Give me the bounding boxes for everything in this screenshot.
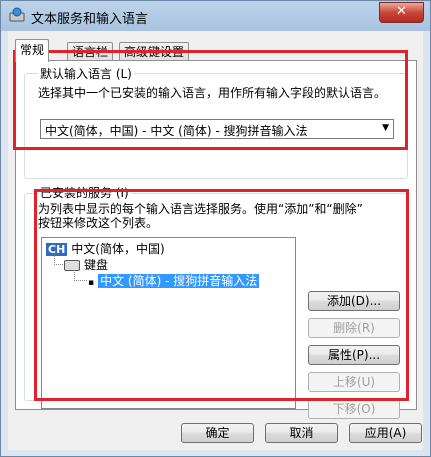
tab-advanced-key-settings[interactable]: 高级键设置 — [119, 42, 190, 61]
title-bar: 文本服务和输入语言 ✕ — [1, 1, 430, 31]
installed-services-description-1: 为列表中显示的每个输入语言选择服务。使用“添加”和“删除” — [38, 202, 363, 216]
default-language-value: 中文(简体，中国) - 中文 (简体) - 搜狗拼音输入法 — [45, 124, 308, 138]
text-services-dialog: 文本服务和输入语言 ✕ 常规 语言栏 高级键设置 默认输入语言 (L) 选择其中… — [0, 0, 431, 457]
cancel-button[interactable]: 取消 — [265, 423, 338, 443]
tree-node-language[interactable]: CH 中文(简体，中国) — [46, 240, 165, 257]
default-language-description: 选择其中一个已安装的输入语言，用作所有输入字段的默认语言。 — [38, 86, 387, 100]
language-label: 中文(简体，中国) — [71, 242, 165, 256]
tab-general[interactable]: 常规 — [15, 39, 50, 62]
tree-node-service[interactable]: ▪ 中文 (简体) - 搜狗拼音输入法 — [88, 272, 260, 289]
properties-button[interactable]: 属性(P)... — [308, 345, 400, 365]
default-language-combo[interactable]: 中文(简体，中国) - 中文 (简体) - 搜狗拼音输入法 ▼ — [40, 119, 394, 139]
move-up-button[interactable]: 上移(U) — [308, 372, 400, 392]
general-tab-panel: 默认输入语言 (L) 选择其中一个已安装的输入语言，用作所有输入字段的默认语言。… — [15, 60, 417, 419]
move-down-button[interactable]: 下移(O) — [308, 399, 400, 419]
default-language-title: 默认输入语言 (L) — [38, 67, 134, 82]
ok-button[interactable]: 确定 — [181, 423, 254, 443]
chevron-down-icon: ▼ — [382, 123, 389, 133]
keyboard-globe-icon — [9, 7, 25, 22]
bullet-icon: ▪ — [88, 278, 95, 288]
dialog-client: 常规 语言栏 高级键设置 默认输入语言 (L) 选择其中一个已安装的输入语言，用… — [8, 31, 423, 450]
installed-services-tree[interactable]: CH 中文(简体，中国) 键盘 ▪ 中文 (简体) - 搜狗拼音输入法 — [41, 237, 296, 409]
tree-connector-2 — [74, 270, 87, 281]
keyboard-label: 键盘 — [84, 258, 109, 272]
apply-button[interactable]: 应用(A) — [349, 423, 422, 443]
add-button[interactable]: 添加(D)... — [308, 291, 400, 311]
installed-services-description-2: 按钮来修改这个列表。 — [38, 216, 159, 230]
close-button[interactable]: ✕ — [379, 2, 424, 23]
service-label: 中文 (简体) - 搜狗拼音输入法 — [98, 274, 260, 288]
installed-services-title: 已安装的服务 (I) — [38, 186, 131, 201]
tab-language-bar[interactable]: 语言栏 — [67, 42, 114, 61]
tree-connector — [54, 254, 63, 265]
window-title: 文本服务和输入语言 — [31, 12, 149, 27]
remove-button[interactable]: 删除(R) — [308, 318, 400, 338]
